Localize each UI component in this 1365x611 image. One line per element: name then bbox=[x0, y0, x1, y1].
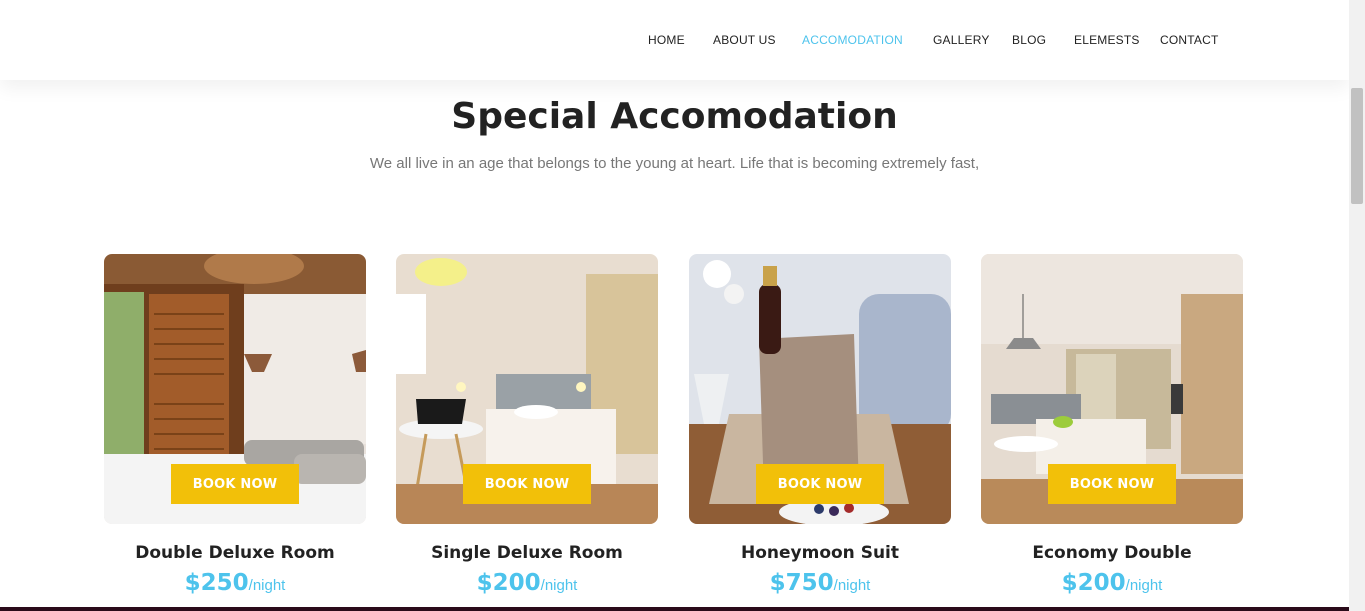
price-amount: $750 bbox=[769, 570, 834, 596]
section-subtitle: We all live in an age that belongs to th… bbox=[369, 155, 980, 172]
scrollbar-thumb[interactable] bbox=[1351, 88, 1363, 204]
price-amount: $250 bbox=[184, 570, 249, 596]
room-photo-honeymoon-suit: BOOK NOW bbox=[689, 254, 951, 524]
nav-blog[interactable]: BLOG bbox=[1012, 33, 1046, 47]
room-name: Economy Double bbox=[1032, 543, 1192, 563]
book-now-button[interactable]: BOOK NOW bbox=[1048, 464, 1176, 504]
room-card-double-deluxe: BOOK NOW Double Deluxe Room $250/night bbox=[104, 254, 366, 596]
site-header: HOME ABOUT US ACCOMODATION GALLERY BLOG … bbox=[0, 0, 1349, 80]
nav-elemests[interactable]: ELEMESTS bbox=[1074, 33, 1140, 47]
book-now-button[interactable]: BOOK NOW bbox=[171, 464, 299, 504]
nav-gallery[interactable]: GALLERY bbox=[933, 33, 990, 47]
price-unit: /night bbox=[540, 577, 578, 594]
nav-home[interactable]: HOME bbox=[648, 33, 685, 47]
room-photo-single-deluxe: BOOK NOW bbox=[396, 254, 658, 524]
room-price: $200/night bbox=[396, 570, 658, 596]
nav-about-us[interactable]: ABOUT US bbox=[713, 33, 776, 47]
room-photo-economy-double: BOOK NOW bbox=[981, 254, 1243, 524]
section-title: Special Accomodation bbox=[451, 96, 898, 137]
main-nav: HOME ABOUT US ACCOMODATION GALLERY BLOG … bbox=[0, 33, 1349, 49]
price-amount: $200 bbox=[1061, 570, 1126, 596]
nav-contact[interactable]: CONTACT bbox=[1160, 33, 1219, 47]
price-unit: /night bbox=[248, 577, 286, 594]
room-name: Single Deluxe Room bbox=[431, 543, 623, 563]
price-unit: /night bbox=[1125, 577, 1163, 594]
room-photo-double-deluxe: BOOK NOW bbox=[104, 254, 366, 524]
room-name: Honeymoon Suit bbox=[740, 543, 899, 563]
price-unit: /night bbox=[833, 577, 871, 594]
room-price: $250/night bbox=[104, 570, 366, 596]
footer-edge bbox=[0, 607, 1349, 611]
page-scrollbar[interactable] bbox=[1349, 0, 1365, 611]
price-amount: $200 bbox=[476, 570, 541, 596]
room-price: $750/night bbox=[689, 570, 951, 596]
room-card-economy-double: BOOK NOW Economy Double $200/night bbox=[981, 254, 1243, 596]
nav-accomodation[interactable]: ACCOMODATION bbox=[802, 33, 903, 47]
book-now-button[interactable]: BOOK NOW bbox=[463, 464, 591, 504]
room-card-honeymoon-suit: BOOK NOW Honeymoon Suit $750/night bbox=[689, 254, 951, 596]
room-card-single-deluxe: BOOK NOW Single Deluxe Room $200/night bbox=[396, 254, 658, 596]
book-now-button[interactable]: BOOK NOW bbox=[756, 464, 884, 504]
room-name: Double Deluxe Room bbox=[135, 543, 335, 563]
room-price: $200/night bbox=[981, 570, 1243, 596]
